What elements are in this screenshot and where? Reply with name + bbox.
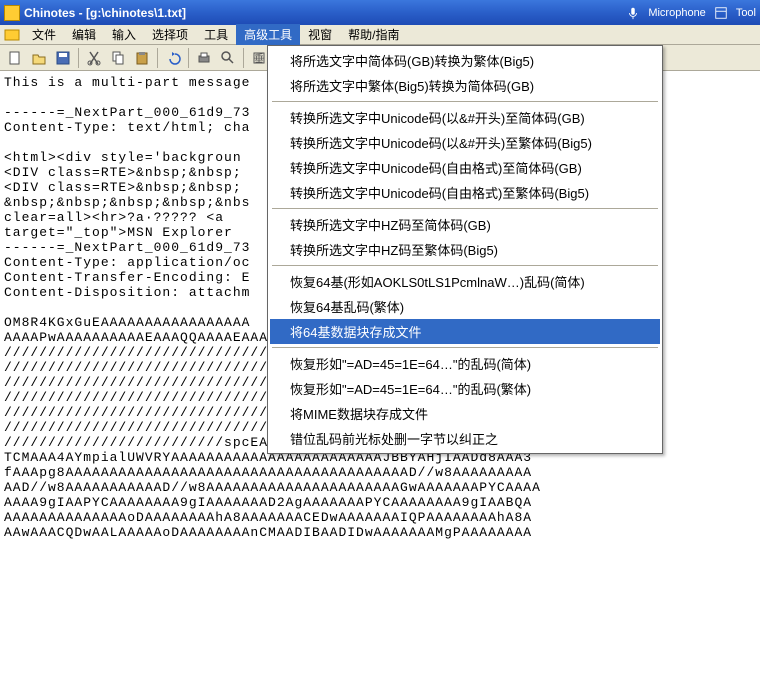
cut-button[interactable] <box>83 47 105 69</box>
toolbar-sep-3 <box>188 48 189 68</box>
find-button[interactable] <box>217 47 239 69</box>
microphone-label[interactable]: Microphone <box>648 7 705 19</box>
microphone-icon[interactable] <box>626 6 640 20</box>
dropdown-item[interactable]: 恢复64基(形如AOKLS0tLS1PcmlnaW…)乱码(简体) <box>270 269 660 294</box>
menu-adv-tools[interactable]: 高级工具 <box>236 24 300 45</box>
dropdown-item[interactable]: 将64基数据块存成文件 <box>270 319 660 344</box>
dropdown-item[interactable]: 转换所选文字中Unicode码(以&#开头)至繁体码(Big5) <box>270 130 660 155</box>
menu-input[interactable]: 输入 <box>104 24 144 45</box>
toolbar-sep-1 <box>78 48 79 68</box>
menu-tools[interactable]: 工具 <box>196 24 236 45</box>
menu-edit[interactable]: 编辑 <box>64 24 104 45</box>
open-button[interactable] <box>28 47 50 69</box>
app-menu-icon[interactable] <box>4 27 20 43</box>
dropdown-item[interactable]: 恢复形如"=AD=45=1E=64…"的乱码(繁体) <box>270 376 660 401</box>
print-button[interactable] <box>193 47 215 69</box>
dropdown-sep <box>272 265 658 266</box>
dropdown-item[interactable]: 转换所选文字中Unicode码(以&#开头)至简体码(GB) <box>270 105 660 130</box>
new-button[interactable] <box>4 47 26 69</box>
dropdown-item[interactable]: 恢复形如"=AD=45=1E=64…"的乱码(简体) <box>270 351 660 376</box>
menu-window[interactable]: 视窗 <box>300 24 340 45</box>
window-title: Chinotes - [g:\chinotes\1.txt] <box>24 6 186 20</box>
dropdown-item[interactable]: 恢复64基乱码(繁体) <box>270 294 660 319</box>
menu-help[interactable]: 帮助/指南 <box>340 24 407 45</box>
menu-options[interactable]: 选择项 <box>144 24 196 45</box>
dropdown-sep <box>272 347 658 348</box>
tools-label[interactable]: Tool <box>736 7 756 19</box>
dropdown-item[interactable]: 将MIME数据块存成文件 <box>270 401 660 426</box>
undo-button[interactable] <box>162 47 184 69</box>
menu-file[interactable]: 文件 <box>24 24 64 45</box>
toolbar-sep-2 <box>157 48 158 68</box>
dropdown-item[interactable]: 将所选文字中简体码(GB)转换为繁体(Big5) <box>270 48 660 73</box>
paste-button[interactable] <box>131 47 153 69</box>
dropdown-item[interactable]: 将所选文字中繁体(Big5)转换为简体码(GB) <box>270 73 660 98</box>
titlebar: Chinotes - [g:\chinotes\1.txt] Microphon… <box>0 0 760 25</box>
copy-button[interactable] <box>107 47 129 69</box>
dropdown-item[interactable]: 转换所选文字中Unicode码(自由格式)至繁体码(Big5) <box>270 180 660 205</box>
tools-icon[interactable] <box>714 6 728 20</box>
dropdown-item[interactable]: 转换所选文字中HZ码至简体码(GB) <box>270 212 660 237</box>
dropdown-item[interactable]: 转换所选文字中Unicode码(自由格式)至简体码(GB) <box>270 155 660 180</box>
adv-tools-dropdown: 将所选文字中简体码(GB)转换为繁体(Big5)将所选文字中繁体(Big5)转换… <box>267 45 663 454</box>
app-icon <box>4 5 20 21</box>
svg-text:垂: 垂 <box>254 53 264 65</box>
save-button[interactable] <box>52 47 74 69</box>
menubar: 文件 编辑 输入 选择项 工具 高级工具 视窗 帮助/指南 <box>0 25 760 45</box>
titlebar-right: Microphone Tool <box>626 6 756 20</box>
dropdown-sep <box>272 208 658 209</box>
dropdown-item[interactable]: 转换所选文字中HZ码至繁体码(Big5) <box>270 237 660 262</box>
dropdown-sep <box>272 101 658 102</box>
dropdown-item[interactable]: 错位乱码前光标处删一字节以纠正之 <box>270 426 660 451</box>
toolbar-sep-4 <box>243 48 244 68</box>
